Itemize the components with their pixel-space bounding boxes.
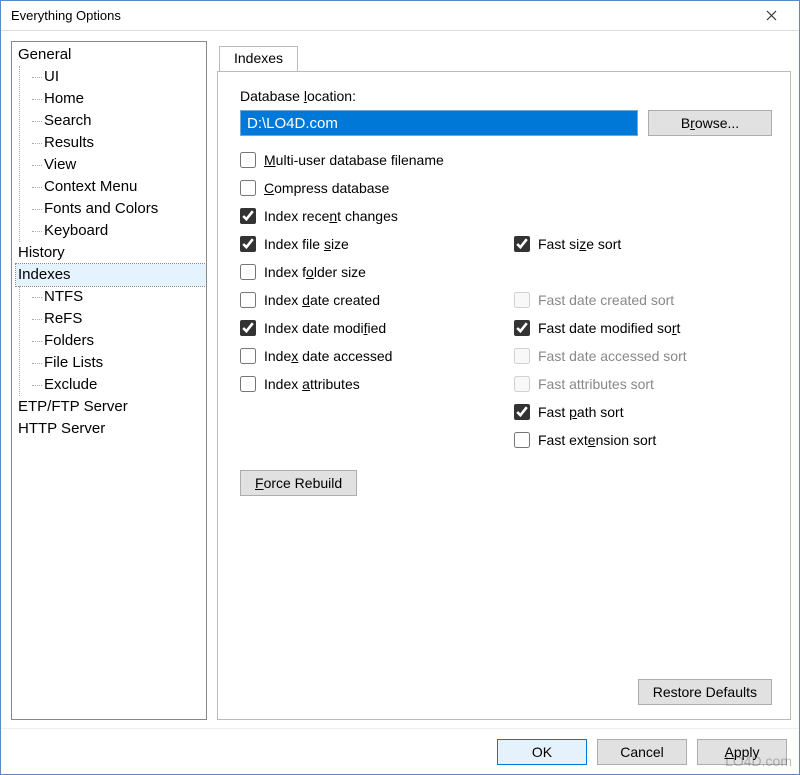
tree-item-ntfs[interactable]: NTFS	[30, 286, 206, 308]
indexes-panel: Database location: Browse... Multi-user …	[217, 71, 791, 720]
tree-group-general: UI Home Search Results View Context Menu…	[16, 66, 206, 242]
check-fast-accessed: Fast date accessed sort	[514, 348, 772, 364]
tab-strip: Indexes	[217, 45, 791, 71]
tree-item-ui[interactable]: UI	[30, 66, 206, 88]
check-compress[interactable]: Compress database	[240, 180, 772, 196]
db-location-label: Database location:	[240, 88, 772, 104]
tree-item-search[interactable]: Search	[30, 110, 206, 132]
close-icon	[766, 10, 777, 21]
category-tree[interactable]: General UI Home Search Results View Cont…	[11, 41, 207, 720]
checkbox-multi-user[interactable]	[240, 152, 256, 168]
check-multi-user[interactable]: Multi-user database filename	[240, 152, 772, 168]
tree-item-view[interactable]: View	[30, 154, 206, 176]
checkbox-fast-path[interactable]	[514, 404, 530, 420]
check-fast-size[interactable]: Fast size sort	[514, 236, 772, 252]
tree-item-indexes[interactable]: Indexes	[16, 264, 206, 286]
tree-item-exclude[interactable]: Exclude	[30, 374, 206, 396]
db-location-input[interactable]	[240, 110, 638, 136]
checkbox-fast-ext[interactable]	[514, 432, 530, 448]
force-rebuild-row: Force Rebuild	[240, 470, 772, 496]
options-window: Everything Options General UI Home Searc…	[0, 0, 800, 775]
content-area: Indexes Database location: Browse... Mul…	[217, 41, 791, 720]
tree-item-folders[interactable]: Folders	[30, 330, 206, 352]
restore-row: Restore Defaults	[240, 667, 772, 705]
checkbox-fast-modified[interactable]	[514, 320, 530, 336]
dialog-body: General UI Home Search Results View Cont…	[1, 31, 799, 728]
tree-item-etp-ftp[interactable]: ETP/FTP Server	[16, 396, 206, 418]
check-folder-size[interactable]: Index folder size	[240, 264, 772, 280]
cancel-button[interactable]: Cancel	[597, 739, 687, 765]
check-attributes[interactable]: Index attributes	[240, 376, 514, 392]
check-recent[interactable]: Index recent changes	[240, 208, 772, 224]
dialog-footer: OK Cancel Apply	[1, 728, 799, 774]
force-rebuild-button[interactable]: Force Rebuild	[240, 470, 357, 496]
check-fast-modified[interactable]: Fast date modified sort	[514, 320, 772, 336]
tree-item-file-lists[interactable]: File Lists	[30, 352, 206, 374]
checkbox-grid: Multi-user database filename Compress da…	[240, 152, 772, 448]
check-fast-created: Fast date created sort	[514, 292, 772, 308]
ok-button[interactable]: OK	[497, 739, 587, 765]
checkbox-folder-size[interactable]	[240, 264, 256, 280]
tree-item-fonts-colors[interactable]: Fonts and Colors	[30, 198, 206, 220]
checkbox-fast-created	[514, 292, 530, 308]
close-button[interactable]	[751, 2, 791, 30]
checkbox-fast-size[interactable]	[514, 236, 530, 252]
tree-item-context-menu[interactable]: Context Menu	[30, 176, 206, 198]
db-location-row: Browse...	[240, 110, 772, 136]
check-fast-path[interactable]: Fast path sort	[514, 404, 772, 420]
tree-group-indexes: NTFS ReFS Folders File Lists Exclude	[16, 286, 206, 396]
tree-item-keyboard[interactable]: Keyboard	[30, 220, 206, 242]
tree-item-http[interactable]: HTTP Server	[16, 418, 206, 440]
checkbox-date-modified[interactable]	[240, 320, 256, 336]
restore-defaults-button[interactable]: Restore Defaults	[638, 679, 772, 705]
check-file-size[interactable]: Index file size	[240, 236, 514, 252]
titlebar: Everything Options	[1, 1, 799, 31]
checkbox-date-created[interactable]	[240, 292, 256, 308]
checkbox-fast-attributes	[514, 376, 530, 392]
apply-button[interactable]: Apply	[697, 739, 787, 765]
checkbox-recent[interactable]	[240, 208, 256, 224]
check-fast-attributes: Fast attributes sort	[514, 376, 772, 392]
check-date-modified[interactable]: Index date modified	[240, 320, 514, 336]
checkbox-fast-accessed	[514, 348, 530, 364]
checkbox-compress[interactable]	[240, 180, 256, 196]
browse-button[interactable]: Browse...	[648, 110, 772, 136]
tab-indexes[interactable]: Indexes	[219, 46, 298, 72]
tree-item-general[interactable]: General	[16, 44, 206, 66]
check-fast-ext[interactable]: Fast extension sort	[514, 432, 772, 448]
tree-item-history[interactable]: History	[16, 242, 206, 264]
checkbox-attributes[interactable]	[240, 376, 256, 392]
tree-item-home[interactable]: Home	[30, 88, 206, 110]
checkbox-date-accessed[interactable]	[240, 348, 256, 364]
window-title: Everything Options	[11, 8, 751, 23]
tree-item-results[interactable]: Results	[30, 132, 206, 154]
checkbox-file-size[interactable]	[240, 236, 256, 252]
check-date-created[interactable]: Index date created	[240, 292, 514, 308]
tree-item-refs[interactable]: ReFS	[30, 308, 206, 330]
check-date-accessed[interactable]: Index date accessed	[240, 348, 514, 364]
